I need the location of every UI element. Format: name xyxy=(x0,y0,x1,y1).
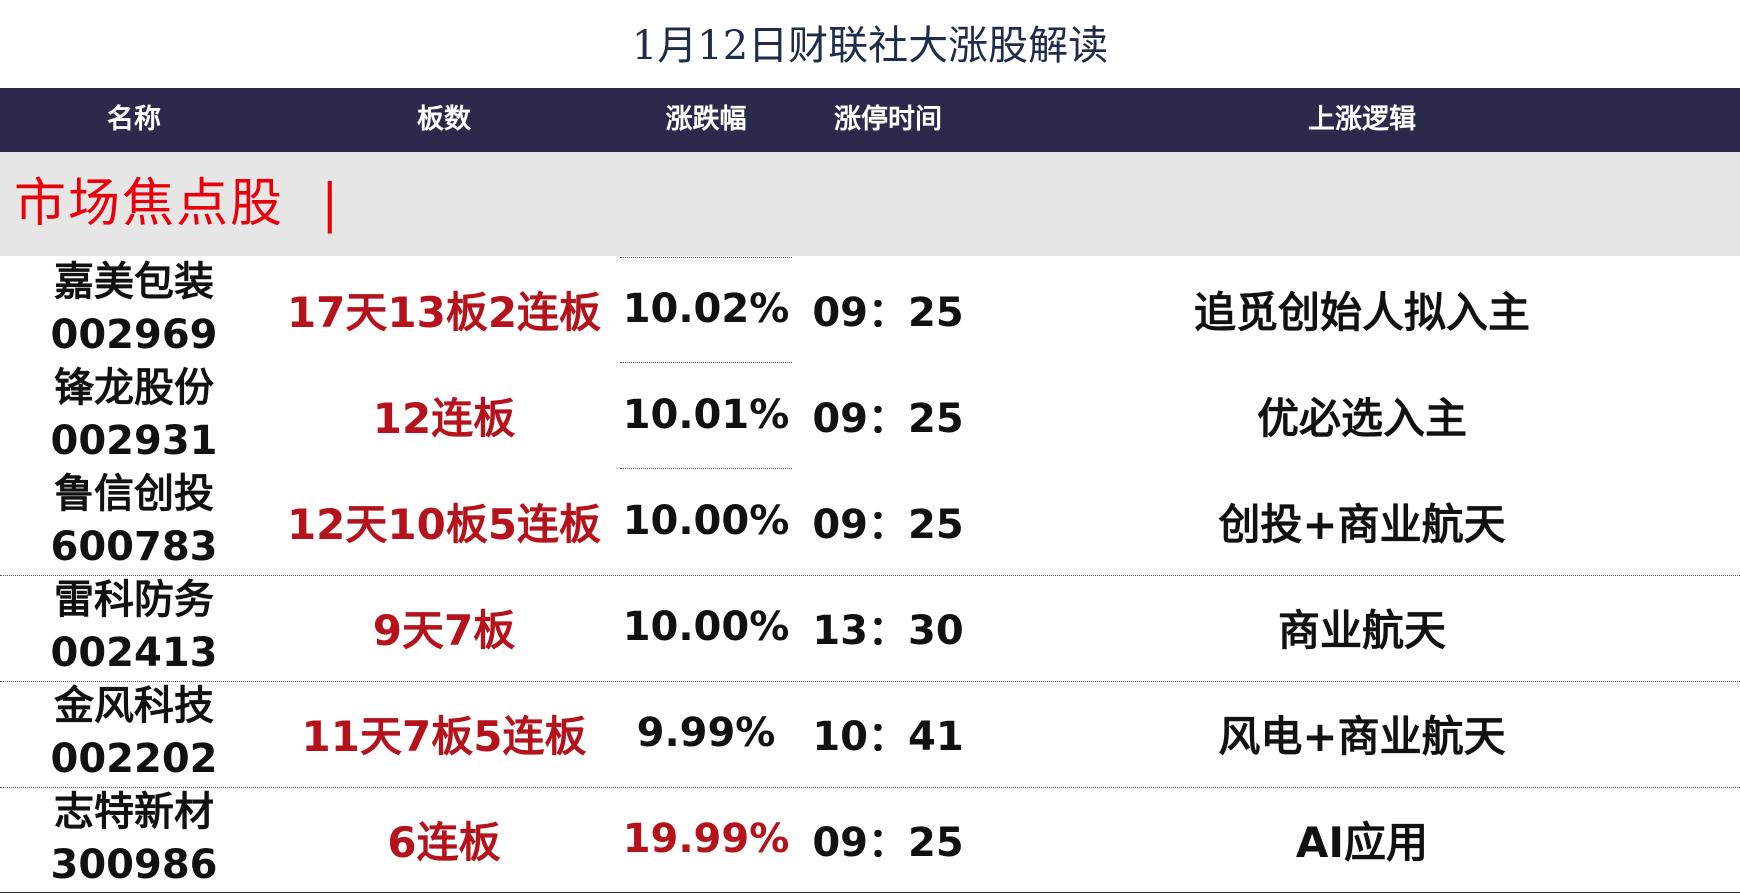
table-row: 鲁信创投 600783 12天10板5连板 10.00% 09：25 创投+商业… xyxy=(0,468,1740,574)
table-row: 锋龙股份 002931 12连板 10.01% 09：25 优必选入主 xyxy=(0,362,1740,468)
price-change: 10.02% xyxy=(622,286,790,332)
stock-code: 600783 xyxy=(50,524,218,570)
stock-code: 002931 xyxy=(50,418,218,464)
stock-name: 嘉美包装 xyxy=(54,259,214,305)
cell-divider xyxy=(620,257,792,258)
column-header-boards: 板数 xyxy=(417,104,471,135)
stock-name: 鲁信创投 xyxy=(54,471,214,517)
rise-logic: AI应用 xyxy=(1295,817,1429,867)
column-header-name: 名称 xyxy=(107,104,161,135)
page-title: 1月12日财联社大涨股解读 xyxy=(631,23,1109,69)
price-change: 10.00% xyxy=(622,604,790,650)
stock-code: 002969 xyxy=(50,312,218,358)
table-row: 嘉美包装 002969 17天13板2连板 10.02% 09：25 追觅创始人… xyxy=(0,256,1740,362)
rise-logic: 创投+商业航天 xyxy=(1218,499,1506,549)
stock-cell: 锋龙股份 002931 xyxy=(0,362,268,468)
limit-up-time: 09：25 xyxy=(812,290,964,336)
stock-name: 志特新材 xyxy=(54,789,214,835)
stock-cell: 鲁信创投 600783 xyxy=(0,468,268,574)
board-count: 9天7板 xyxy=(372,605,516,655)
section-banner: 市场焦点股 | xyxy=(0,152,1740,256)
table-row: 志特新材 300986 6连板 19.99% 09：25 AI应用 xyxy=(0,786,1740,892)
board-count: 17天13板2连板 xyxy=(286,287,602,337)
limit-up-time: 13：30 xyxy=(812,608,964,654)
stock-code: 002413 xyxy=(50,630,218,676)
price-change: 9.99% xyxy=(636,710,776,756)
table-row: 金风科技 002202 11天7板5连板 9.99% 10：41 风电+商业航天 xyxy=(0,680,1740,786)
price-change: 10.01% xyxy=(622,392,790,438)
rise-logic: 追觅创始人拟入主 xyxy=(1193,287,1530,337)
cell-divider xyxy=(620,468,792,469)
row-divider xyxy=(0,787,1740,788)
section-label: 市场焦点股 | xyxy=(14,174,341,234)
stock-code: 002202 xyxy=(50,736,218,782)
stock-name: 雷科防务 xyxy=(54,577,214,623)
stock-name: 锋龙股份 xyxy=(54,365,214,411)
board-count: 6连板 xyxy=(387,817,501,867)
stock-cell: 金风科技 002202 xyxy=(0,680,268,786)
board-count: 12天10板5连板 xyxy=(286,499,602,549)
row-divider xyxy=(0,575,1740,576)
table-row: 雷科防务 002413 9天7板 10.00% 13：30 商业航天 xyxy=(0,574,1740,680)
limit-up-time: 09：25 xyxy=(812,820,964,866)
column-header-change: 涨跌幅 xyxy=(665,104,747,135)
table-bottom-border xyxy=(0,892,1740,893)
rise-logic: 商业航天 xyxy=(1277,605,1446,655)
limit-up-time: 10：41 xyxy=(812,714,964,760)
board-count: 12连板 xyxy=(372,393,516,443)
stock-cell: 志特新材 300986 xyxy=(0,786,268,892)
stock-code: 300986 xyxy=(50,842,218,888)
stock-name: 金风科技 xyxy=(54,683,214,729)
row-divider xyxy=(0,681,1740,682)
table-header: 名称 板数 涨跌幅 涨停时间 上涨逻辑 xyxy=(0,88,1740,152)
limit-up-time: 09：25 xyxy=(812,502,964,548)
board-count: 11天7板5连板 xyxy=(301,711,587,761)
rise-logic: 风电+商业航天 xyxy=(1218,711,1506,761)
cell-divider xyxy=(620,362,792,363)
column-header-logic: 上涨逻辑 xyxy=(1308,104,1416,135)
stock-cell: 雷科防务 002413 xyxy=(0,574,268,680)
price-change: 10.00% xyxy=(622,498,790,544)
price-change: 19.99% xyxy=(622,816,790,862)
limit-up-time: 09：25 xyxy=(812,396,964,442)
column-header-limit-time: 涨停时间 xyxy=(834,104,942,135)
rise-logic: 优必选入主 xyxy=(1256,393,1467,443)
stock-cell: 嘉美包装 002969 xyxy=(0,256,268,362)
